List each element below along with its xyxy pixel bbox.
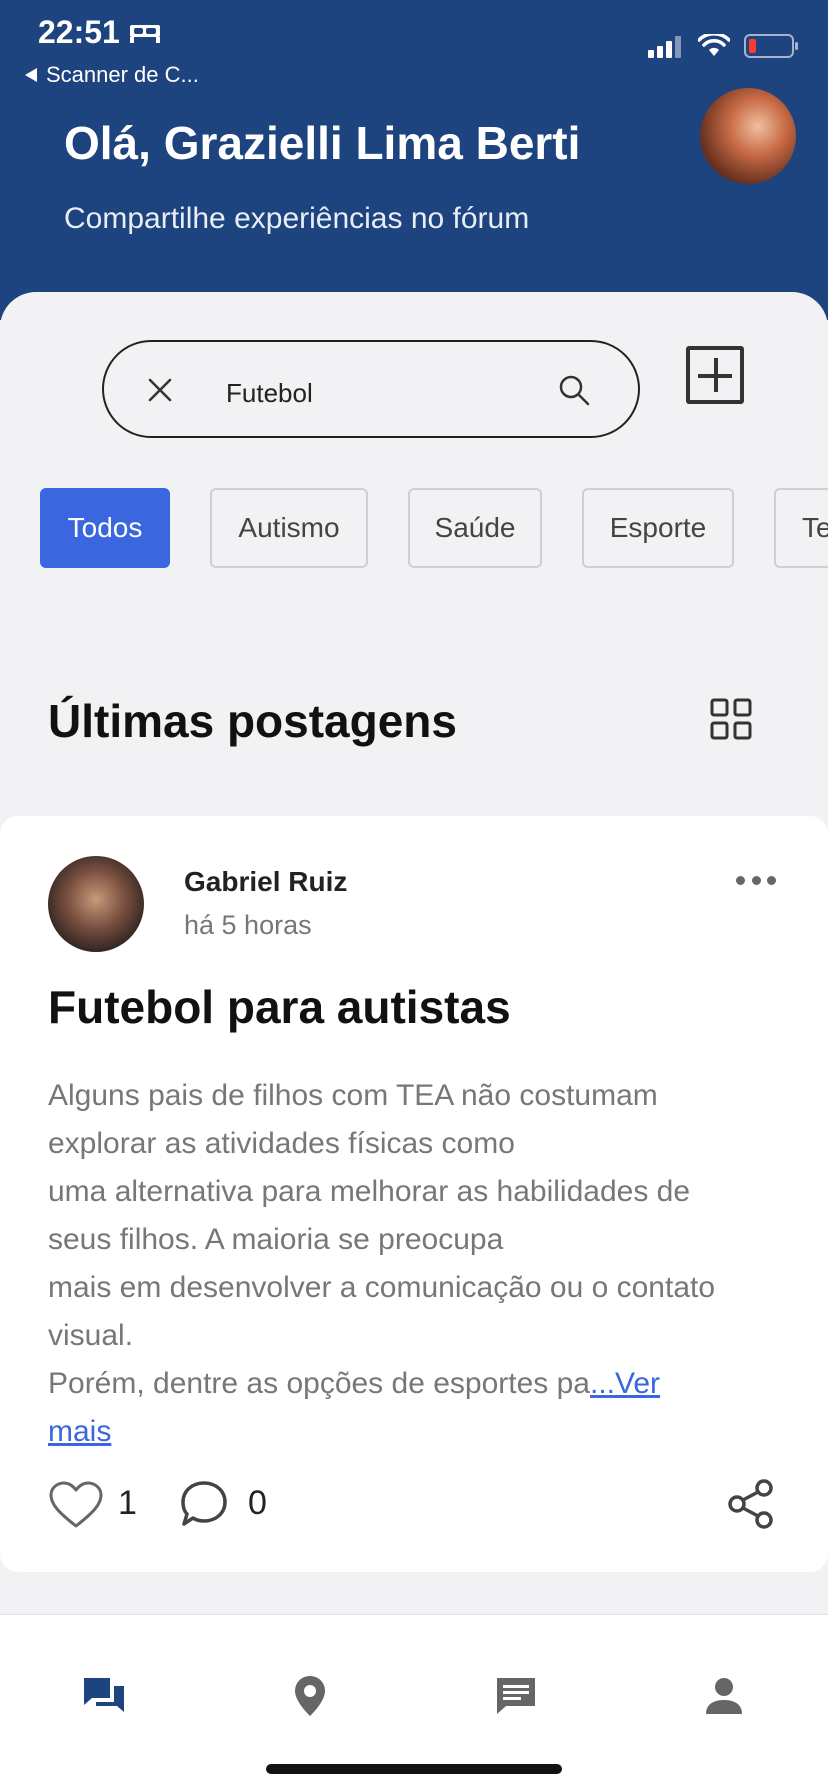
search-input[interactable]: Futebol (226, 378, 313, 409)
category-chip-partial[interactable]: Te (774, 488, 828, 568)
section-title: Últimas postagens (48, 695, 457, 747)
post-title[interactable]: Futebol para autistas (48, 980, 511, 1034)
post-body-line: explorar as atividades físicas como (48, 1127, 515, 1160)
category-chip-todos[interactable]: Todos (40, 488, 170, 568)
post-body-line: visual. (48, 1319, 134, 1352)
category-chip-autismo[interactable]: Autismo (210, 488, 368, 568)
author-avatar[interactable] (48, 856, 144, 952)
back-triangle-icon (25, 68, 37, 82)
comment-count: 0 (248, 1484, 267, 1522)
header: 22:51 Scanner de C... Olá, Grazielli Lim… (0, 0, 828, 320)
post-body: Alguns pais de filhos com TEA não costum… (48, 1072, 788, 1456)
status-time: 22:51 (38, 14, 162, 51)
post-body-line: seus filhos. A maioria se preocupa (48, 1223, 504, 1256)
post-body-line-last: Porém, dentre as opções de esportes pa..… (48, 1360, 788, 1408)
location-tab-icon[interactable] (286, 1672, 334, 1720)
post-time: há 5 horas (184, 910, 312, 940)
heart-icon[interactable] (48, 1480, 104, 1530)
read-more-link-cont[interactable]: mais (48, 1415, 111, 1448)
post-body-text: Porém, dentre as opções de esportes pa (48, 1367, 590, 1400)
sleep-mode-icon (129, 24, 160, 43)
category-chip-saude[interactable]: Saúde (408, 488, 542, 568)
header-subtitle: Compartilhe experiências no fórum (64, 202, 530, 235)
more-options-icon[interactable] (736, 876, 776, 886)
post-body-line: uma alternativa para melhorar as habilid… (48, 1175, 691, 1208)
battery-icon (744, 34, 798, 58)
category-chip-esporte[interactable]: Esporte (582, 488, 734, 568)
like-count: 1 (118, 1484, 137, 1522)
cellular-signal-icon (648, 36, 681, 58)
back-app-label: Scanner de C... (46, 62, 199, 87)
greeting-title: Olá, Grazielli Lima Berti (64, 117, 581, 169)
chat-tab-icon[interactable] (492, 1672, 540, 1720)
share-icon[interactable] (726, 1478, 776, 1530)
grid-view-icon[interactable] (710, 698, 752, 740)
profile-tab-icon[interactable] (700, 1672, 748, 1720)
comment-icon[interactable] (178, 1478, 230, 1530)
new-post-button[interactable] (686, 346, 744, 404)
post-author[interactable]: Gabriel Ruiz (184, 866, 347, 898)
post-body-line: Alguns pais de filhos com TEA não costum… (48, 1079, 658, 1112)
clear-search-icon[interactable] (146, 376, 174, 404)
search-icon[interactable] (558, 374, 590, 406)
back-to-app[interactable]: Scanner de C... (24, 62, 199, 88)
home-indicator (266, 1764, 562, 1774)
post-body-line: mais em desenvolver a comunicação ou o c… (48, 1271, 716, 1304)
search-bar[interactable]: Futebol (102, 340, 640, 438)
user-avatar[interactable] (700, 88, 796, 184)
wifi-icon (698, 34, 730, 56)
status-indicators (648, 34, 798, 58)
clock-text: 22:51 (38, 14, 120, 50)
forum-tab-icon[interactable] (80, 1672, 128, 1720)
read-more-line: mais (48, 1408, 788, 1456)
read-more-link[interactable]: ...Ver (590, 1367, 660, 1400)
